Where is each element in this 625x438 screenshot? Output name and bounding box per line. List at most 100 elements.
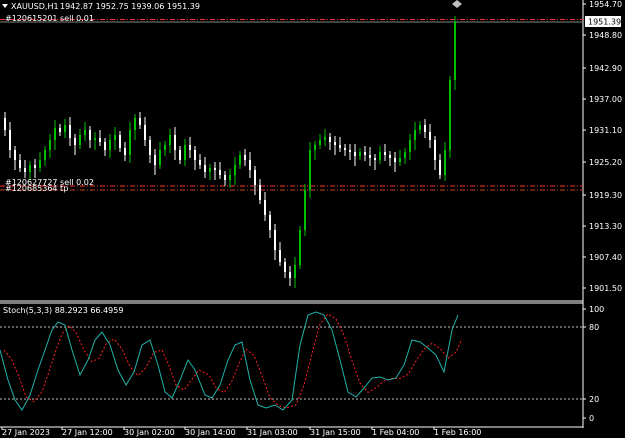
- candle-body: [114, 135, 116, 140]
- time-tick-label: 27 Jan 12:00: [62, 428, 113, 437]
- candle-body: [194, 150, 196, 160]
- price-tick-label: 1948.80: [589, 31, 622, 40]
- time-tick-label: 31 Jan 03:00: [247, 428, 298, 437]
- candle-body: [249, 160, 251, 170]
- candle-body: [29, 165, 31, 172]
- candle-body: [19, 160, 21, 168]
- price-tick-label: 1913.30: [589, 222, 622, 231]
- candle-body: [94, 138, 96, 140]
- triangle-down-icon[interactable]: [2, 4, 8, 8]
- candle-body: [49, 140, 51, 150]
- order-lines: [0, 19, 583, 191]
- chart-frame: [0, 0, 584, 428]
- time-tick-label: 1 Feb 16:00: [434, 428, 481, 437]
- candle-body: [389, 155, 391, 158]
- candle-body: [394, 158, 396, 162]
- time-axis[interactable]: 27 Jan 2023 27 Jan 12:00 30 Jan 02:00 30 Ja…: [1, 427, 481, 437]
- price-tick-label: 1925.20: [589, 158, 622, 167]
- candle-body: [289, 272, 291, 278]
- candle-body: [184, 145, 186, 160]
- candle-body: [244, 155, 246, 160]
- order-label-sell-1[interactable]: #120615201 sell 0.01: [5, 14, 94, 23]
- candle-body: [59, 128, 61, 132]
- candle-body: [354, 152, 356, 156]
- candle-body: [224, 175, 226, 180]
- stoch-signal-line: [3, 313, 463, 409]
- ohlc-label: 1942.87 1952.75 1939.06 1951.39: [60, 2, 200, 11]
- candle-body: [104, 142, 106, 150]
- candle-body: [434, 140, 436, 160]
- candle-body: [234, 165, 236, 175]
- candle-body: [134, 118, 136, 130]
- candle-body: [9, 130, 11, 150]
- candle-body: [329, 137, 331, 142]
- candle-body: [119, 135, 121, 148]
- time-tick-label: 30 Jan 14:00: [185, 428, 236, 437]
- candle-body: [124, 148, 126, 155]
- candle-body: [399, 158, 401, 162]
- candle-body: [304, 190, 306, 230]
- stoch-levels: [0, 326, 583, 400]
- candle-body: [204, 165, 206, 172]
- candle-body: [334, 142, 336, 145]
- candle-body: [14, 150, 16, 160]
- current-price-label: 1951.39: [588, 18, 621, 27]
- candle-body: [424, 125, 426, 132]
- price-tick-label: 1919.30: [589, 191, 622, 200]
- candle-body: [444, 150, 446, 175]
- candle-body: [284, 262, 286, 272]
- order-label-tp[interactable]: #120685364 tp: [5, 184, 68, 193]
- price-tick-label: 1907.40: [589, 253, 622, 262]
- stoch-tick-label: 0: [589, 414, 594, 423]
- candle-body: [429, 132, 431, 140]
- candle-body: [109, 140, 111, 150]
- candle-body: [144, 125, 146, 140]
- candle-body: [344, 148, 346, 150]
- price-candles: [4, 16, 456, 288]
- candle-body: [279, 250, 281, 262]
- candle-body: [454, 22, 456, 80]
- price-axis[interactable]: 1954.70 1948.80 1942.90 1937.00 1931.10 1925.…: [452, 0, 622, 293]
- candle-body: [99, 138, 101, 142]
- trading-chart[interactable]: XAUUSD,H1 1942.87 1952.75 1939.06 1951.3…: [0, 0, 625, 438]
- diamond-marker-icon: [452, 0, 462, 8]
- candle-body: [379, 152, 381, 160]
- price-tick-label: 1954.70: [589, 0, 622, 9]
- candle-body: [84, 130, 86, 135]
- candle-body: [339, 145, 341, 148]
- candle-body: [209, 168, 211, 172]
- candle-body: [274, 230, 276, 250]
- price-tick-label: 1942.90: [589, 64, 622, 73]
- candle-body: [319, 140, 321, 145]
- stoch-axis: 100 80 20 0: [583, 305, 604, 423]
- candle-body: [449, 80, 451, 150]
- candle-body: [264, 200, 266, 215]
- candle-body: [439, 160, 441, 175]
- candle-body: [349, 150, 351, 152]
- candle-body: [189, 145, 191, 150]
- candle-body: [154, 155, 156, 165]
- candle-body: [294, 265, 296, 278]
- candle-body: [219, 170, 221, 175]
- candle-body: [89, 130, 91, 140]
- time-tick-label: 1 Feb 04:00: [372, 428, 419, 437]
- candle-body: [199, 160, 201, 165]
- candle-body: [239, 155, 241, 165]
- candle-body: [34, 165, 36, 168]
- candle-body: [24, 168, 26, 172]
- stoch-label: Stoch(5,3,3) 88.2923 66.4959: [3, 306, 123, 315]
- candle-body: [169, 135, 171, 145]
- candle-body: [414, 130, 416, 140]
- candle-body: [164, 145, 166, 150]
- candle-body: [364, 152, 366, 155]
- candle-body: [159, 150, 161, 165]
- candle-body: [229, 175, 231, 180]
- time-tick-label: 27 Jan 2023: [2, 428, 50, 437]
- candle-body: [269, 215, 271, 230]
- candle-body: [79, 135, 81, 145]
- candle-body: [39, 160, 41, 168]
- price-tick-label: 1901.50: [589, 284, 622, 293]
- candle-body: [404, 152, 406, 158]
- candle-body: [139, 118, 141, 125]
- candle-body: [369, 155, 371, 158]
